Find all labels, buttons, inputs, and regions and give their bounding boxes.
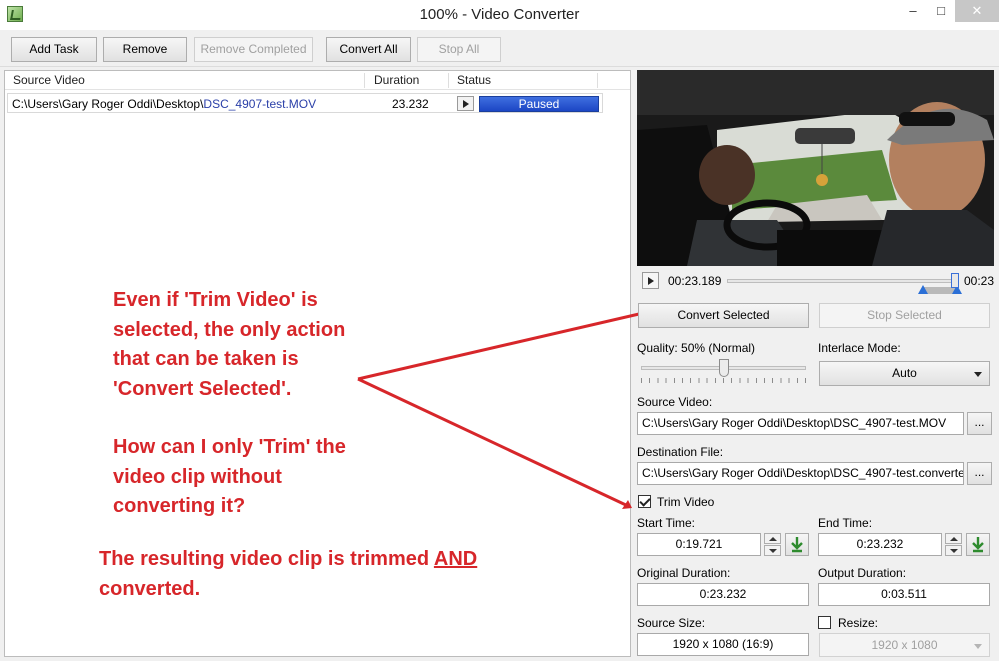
convert-all-button[interactable]: Convert All (326, 37, 411, 62)
source-browse-button[interactable]: ... (967, 412, 992, 435)
resize-checkbox[interactable] (818, 616, 831, 629)
quality-slider-ticks (641, 378, 806, 383)
column-source-video[interactable]: Source Video (13, 73, 85, 87)
resize-label: Resize: (838, 616, 879, 630)
chevron-down-icon (974, 372, 982, 377)
spin-down-icon (945, 545, 962, 556)
video-preview (637, 70, 994, 266)
start-time-label: Start Time: (637, 516, 696, 530)
spin-down-icon (764, 545, 781, 556)
maximize-button[interactable]: □ (930, 0, 952, 22)
destination-label: Destination File: (637, 445, 724, 459)
quality-label: Quality: 50% (Normal) (637, 341, 756, 355)
row-play-icon[interactable] (457, 96, 474, 111)
window-title: 100% - Video Converter (419, 6, 580, 23)
quality-slider-thumb[interactable] (718, 359, 729, 377)
title-bar: 100% - Video Converter – □ ✕ (0, 0, 999, 30)
convert-selected-button[interactable]: Convert Selected (638, 303, 809, 328)
interlace-label: Interlace Mode: (818, 341, 901, 355)
list-header: Source Video Duration Status (5, 71, 630, 90)
playback-bar: 00:23.189 00:23 (637, 267, 994, 295)
set-start-time-button[interactable] (785, 533, 809, 556)
stop-selected-button[interactable]: Stop Selected (819, 303, 990, 328)
end-time-field[interactable]: 0:23.232 (818, 533, 942, 556)
original-duration-label: Original Duration: (637, 566, 731, 580)
close-button[interactable]: ✕ (955, 0, 999, 22)
trim-video-label: Trim Video (657, 495, 715, 509)
output-duration-label: Output Duration: (818, 566, 907, 580)
source-video-field[interactable]: C:\Users\Gary Roger Oddi\Desktop\DSC_490… (637, 412, 964, 435)
row-duration: 23.232 (392, 97, 429, 111)
annotation-result: The resulting video clip is trimmed AND … (99, 548, 478, 600)
end-time-label: End Time: (818, 516, 873, 530)
start-time-stepper[interactable] (764, 533, 781, 556)
column-status[interactable]: Status (457, 73, 491, 87)
seek-thumb[interactable] (950, 273, 959, 288)
end-time-stepper[interactable] (945, 533, 962, 556)
source-size-label: Source Size: (637, 616, 706, 630)
end-time: 00:23 (964, 274, 995, 288)
row-source-path: C:\Users\Gary Roger Oddi\Desktop\DSC_490… (12, 97, 317, 111)
download-arrow-icon (972, 537, 984, 553)
download-arrow-icon (791, 537, 803, 553)
chevron-down-icon (974, 644, 982, 649)
trim-video-checkbox[interactable] (638, 495, 651, 508)
source-video-label: Source Video: (637, 395, 713, 409)
add-task-button[interactable]: Add Task (11, 37, 97, 62)
row-status-badge: Paused (479, 96, 599, 112)
remove-button[interactable]: Remove (103, 37, 187, 62)
destination-field[interactable]: C:\Users\Gary Roger Oddi\Desktop\DSC_490… (637, 462, 964, 485)
current-time: 00:23.189 (668, 274, 722, 288)
start-time-field[interactable]: 0:19.721 (637, 533, 761, 556)
seek-track[interactable] (727, 279, 957, 283)
trim-start-marker[interactable] (917, 285, 928, 294)
interlace-select[interactable]: Auto (819, 361, 990, 386)
column-duration[interactable]: Duration (374, 73, 419, 87)
remove-completed-button[interactable]: Remove Completed (194, 37, 313, 62)
toolbar-separator (0, 66, 999, 67)
minimize-button[interactable]: – (902, 0, 924, 22)
spin-up-icon (764, 533, 781, 544)
annotation-question: Even if 'Trim Video' is selected, the on… (113, 289, 346, 517)
source-size-field: 1920 x 1080 (16:9) (637, 633, 809, 656)
output-duration-field: 0:03.511 (818, 583, 990, 606)
original-duration-field: 0:23.232 (637, 583, 809, 606)
table-row[interactable]: C:\Users\Gary Roger Oddi\Desktop\DSC_490… (7, 93, 603, 113)
spin-up-icon (945, 533, 962, 544)
destination-browse-button[interactable]: ... (967, 462, 992, 485)
stop-all-button[interactable]: Stop All (417, 37, 501, 62)
play-icon[interactable] (642, 272, 659, 289)
resize-select[interactable]: 1920 x 1080 (819, 633, 990, 657)
set-end-time-button[interactable] (966, 533, 990, 556)
